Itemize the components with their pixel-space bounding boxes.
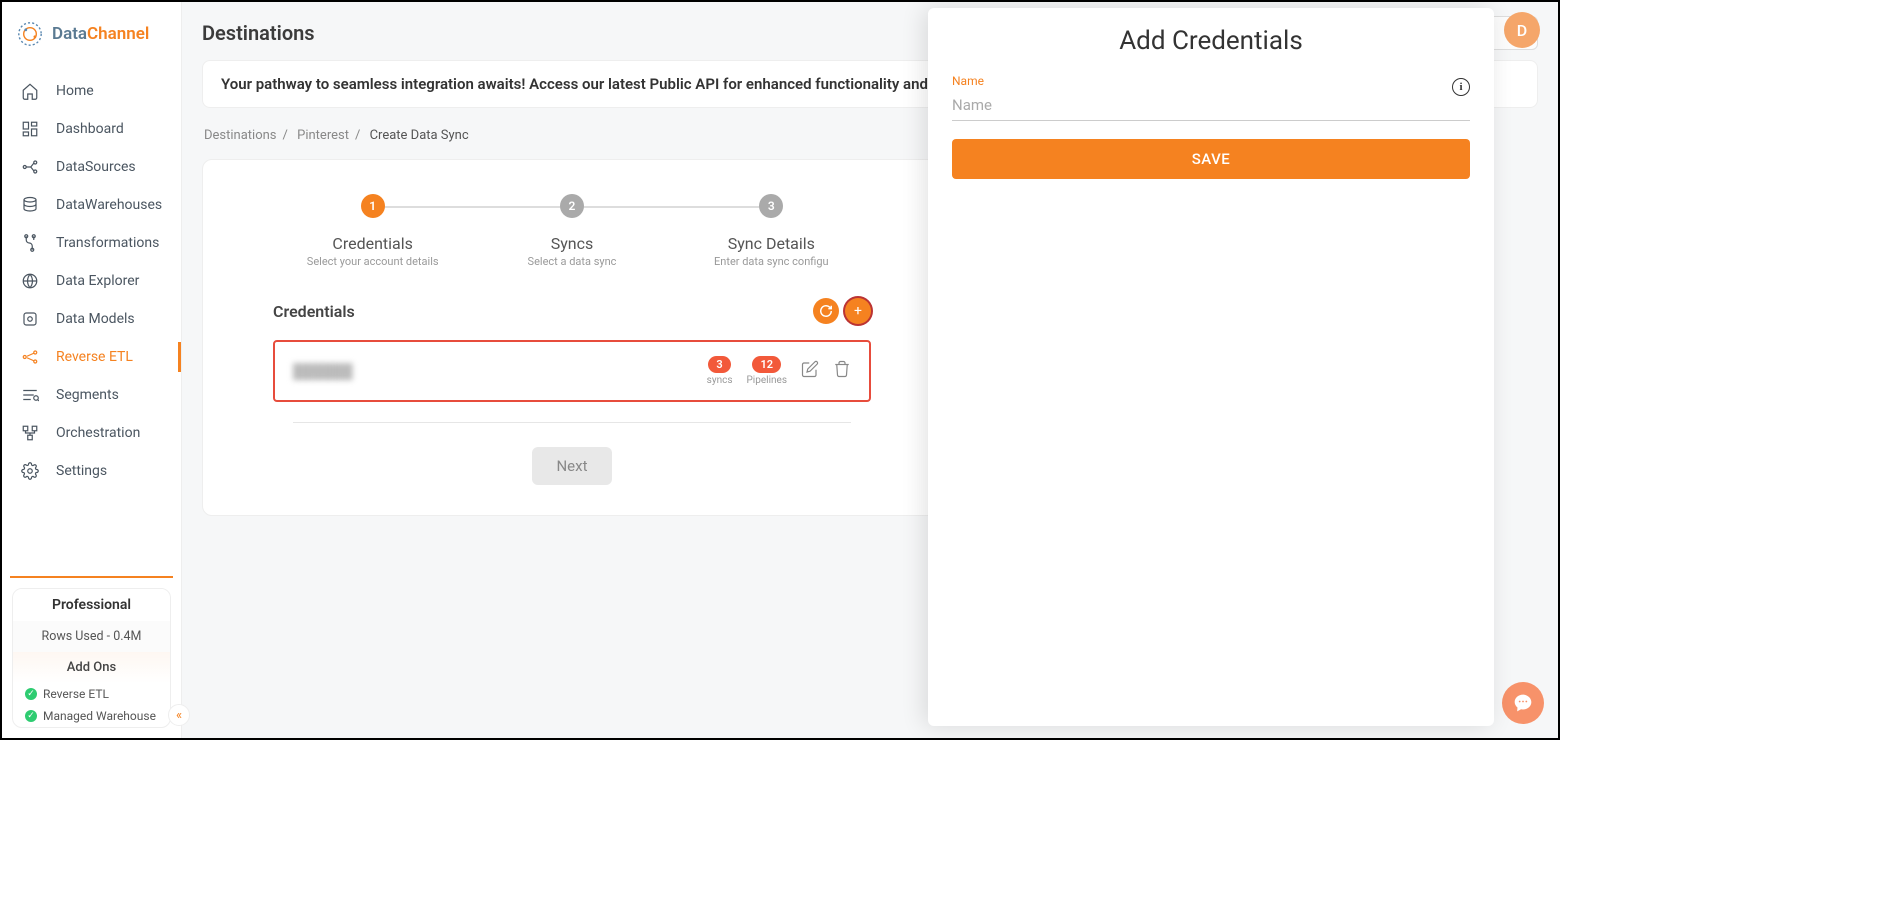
name-input[interactable] [952,90,1470,121]
check-icon: ✓ [25,688,37,700]
sidebar-item-label: DataWarehouses [56,197,162,213]
sidebar-item-dataexplorer[interactable]: Data Explorer [2,262,181,300]
home-icon [20,81,40,101]
sidebar-item-label: Data Models [56,311,135,327]
sidebar-item-datawarehouses[interactable]: DataWarehouses [2,186,181,224]
nav: Home Dashboard DataSources DataWarehouse… [2,66,181,576]
delete-icon[interactable] [833,360,851,382]
logo-text-2: Channel [87,24,149,44]
info-icon[interactable]: i [1452,78,1470,96]
syncs-count-badge: 3 [708,356,730,373]
step-title: Sync Details [728,234,815,253]
database-icon [20,195,40,215]
refresh-credentials-button[interactable] [813,298,839,324]
avatar[interactable]: D [1504,12,1540,48]
logo-text-1: Data [52,24,87,44]
name-field-label: Name [952,74,1470,88]
plan-rows-used: Rows Used - 0.4M [13,621,170,652]
datasources-icon [20,157,40,177]
edit-icon[interactable] [801,360,819,382]
step-subtitle: Enter data sync configu [714,255,829,268]
explorer-icon [20,271,40,291]
sidebar-item-segments[interactable]: Segments [2,376,181,414]
sidebar-item-datasources[interactable]: DataSources [2,148,181,186]
sidebar-item-label: Settings [56,463,107,479]
sidebar-item-label: Home [56,83,94,99]
add-credentials-panel: Add Credentials Name i SAVE [928,8,1494,726]
sidebar-item-orchestration[interactable]: Orchestration [2,414,181,452]
models-icon [20,309,40,329]
orchestration-icon [20,423,40,443]
addon-reverse-etl: ✓ Reverse ETL [13,683,170,705]
sidebar-item-label: Dashboard [56,121,124,137]
addon-label: Managed Warehouse [43,709,156,723]
wizard-card: 1 Credentials Select your account detail… [202,159,942,516]
row-divider [293,422,851,423]
sidebar-item-label: Orchestration [56,425,140,441]
panel-title: Add Credentials [952,26,1470,56]
credentials-title: Credentials [273,302,355,321]
sidebar-item-settings[interactable]: Settings [2,452,181,490]
step-number: 3 [759,194,783,218]
reverseetl-icon [20,347,40,367]
step-number: 1 [361,194,385,218]
breadcrumb-destinations[interactable]: Destinations [204,128,277,143]
save-button[interactable]: SAVE [952,139,1470,179]
sidebar-item-label: Reverse ETL [56,349,133,365]
sidebar-item-label: DataSources [56,159,136,175]
sidebar-item-label: Transformations [56,235,159,251]
chat-fab[interactable] [1502,682,1544,724]
logo[interactable]: DataChannel [2,2,181,66]
addon-label: Reverse ETL [43,687,109,701]
step-number: 2 [560,194,584,218]
plan-card: Professional Rows Used - 0.4M Add Ons ✓ R… [12,588,171,728]
sidebar: DataChannel Home Dashboard DataSources D… [2,2,182,738]
dashboard-icon [20,119,40,139]
check-icon: ✓ [25,710,37,722]
transformations-icon [20,233,40,253]
breadcrumb-current: Create Data Sync [370,128,469,143]
pipelines-count-badge: 12 [752,356,781,373]
syncs-label: syncs [707,375,733,386]
credential-row[interactable]: ██████ 3 syncs 12 Pipelines [273,340,871,402]
gear-icon [20,461,40,481]
pipelines-badge-col: 12 Pipelines [746,356,787,386]
plan-divider [10,576,173,578]
sidebar-item-dashboard[interactable]: Dashboard [2,110,181,148]
stepper: 1 Credentials Select your account detail… [273,194,871,268]
step-subtitle: Select a data sync [528,255,617,268]
plan-addons-header[interactable]: Add Ons [13,652,170,683]
plan-title: Professional [13,589,170,621]
sidebar-item-label: Segments [56,387,119,403]
sidebar-item-reverseetl[interactable]: Reverse ETL [2,338,181,376]
step-title: Credentials [332,234,413,253]
sidebar-item-transformations[interactable]: Transformations [2,224,181,262]
step-title: Syncs [551,234,594,253]
breadcrumb-pinterest[interactable]: Pinterest [297,128,349,143]
credential-name: ██████ [293,363,353,380]
sidebar-item-datamodels[interactable]: Data Models [2,300,181,338]
step-subtitle: Select your account details [307,255,439,268]
next-button[interactable]: Next [532,447,611,485]
sidebar-item-home[interactable]: Home [2,72,181,110]
logo-icon [16,20,44,48]
sidebar-item-label: Data Explorer [56,273,139,289]
pipelines-label: Pipelines [746,375,787,386]
add-credentials-button[interactable]: + [845,298,871,324]
page-title: Destinations [202,21,315,45]
segments-icon [20,385,40,405]
addon-managed-warehouse: ✓ Managed Warehouse [13,705,170,727]
syncs-badge-col: 3 syncs [707,356,733,386]
